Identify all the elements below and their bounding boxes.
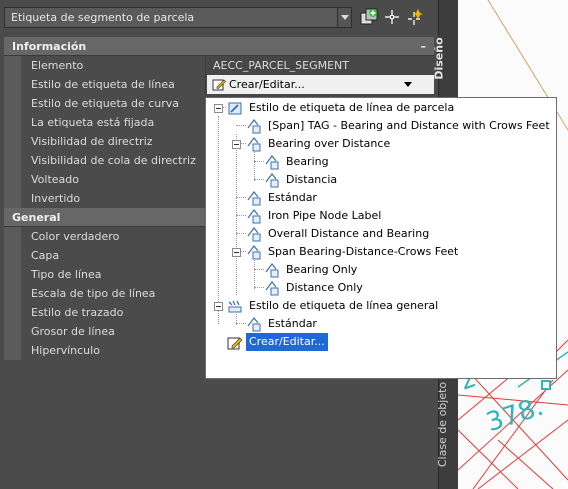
create-edit-icon (227, 337, 243, 350)
tree-node-label: Estilo de etiqueta de línea general (249, 299, 439, 312)
property-name: Escala de tipo de línea (31, 287, 156, 300)
tree-node-label: Overall Distance and Bearing (268, 227, 430, 240)
tree-node-label: Estilo de etiqueta de línea de parcela (249, 101, 455, 114)
property-name: Capa (31, 249, 60, 262)
tree-root-parcel-line-styles[interactable]: Estilo de etiqueta de línea de parcela (206, 99, 556, 117)
collapse-icon[interactable] (232, 140, 241, 149)
tree-node-label: Distance Only (286, 281, 363, 294)
tab-object-class[interactable]: Clase de objeto (436, 380, 456, 470)
property-name: Visibilidad de directriz (31, 135, 153, 148)
property-row[interactable]: Elemento AECC_PARCEL_SEGMENT (4, 56, 434, 75)
label-style-icon (247, 227, 261, 242)
label-style-icon (265, 263, 279, 278)
tree-item[interactable]: Bearing over Distance (206, 135, 556, 153)
tree-node-label: Iron Pipe Node Label (268, 209, 382, 222)
properties-toolbar: Etiqueta de segmento de parcela (0, 0, 438, 36)
line-label-style-dropdown[interactable]: Crear/Editar... (207, 75, 434, 94)
object-type-text: Etiqueta de segmento de parcela (11, 11, 195, 24)
tree-item[interactable]: Overall Distance and Bearing (206, 225, 556, 243)
tree-node-label: Bearing over Distance (268, 137, 391, 150)
tree-node-label: Span Bearing-Distance-Crows Feet (268, 245, 459, 258)
label-style-icon (265, 281, 279, 296)
label-style-icon (265, 173, 279, 188)
property-value: Crear/Editar... (229, 78, 305, 91)
chevron-down-icon[interactable] (404, 82, 412, 87)
property-name: Tipo de línea (31, 268, 102, 281)
tree-item[interactable]: Bearing (206, 153, 556, 171)
tree-node-label: Bearing (286, 155, 329, 168)
tree-item[interactable]: Distance Only (206, 279, 556, 297)
label-style-icon (247, 317, 261, 332)
tree-node-label: Crear/Editar... (246, 333, 328, 351)
property-value: AECC_PARCEL_SEGMENT (207, 56, 434, 75)
object-type-selector[interactable]: Etiqueta de segmento de parcela (4, 7, 352, 28)
tree-item[interactable]: [Span] TAG - Bearing and Distance with C… (206, 117, 556, 135)
tree-node-label: Distancia (286, 173, 338, 186)
style-folder-icon (228, 102, 242, 115)
property-name: Invertido (31, 192, 81, 205)
category-info-title: Información (12, 40, 87, 53)
tab-design-label: Diseño (432, 37, 446, 80)
tree-node-label: [Span] TAG - Bearing and Distance with C… (268, 119, 550, 132)
tab-object-class-label: Clase de objeto (436, 381, 450, 468)
select-objects-icon[interactable] (383, 8, 401, 26)
property-name: Grosor de línea (31, 325, 115, 338)
label-style-icon (247, 119, 261, 134)
property-name: Estilo de etiqueta de línea (31, 78, 175, 91)
tree-node-label: Estándar (268, 317, 317, 330)
tree-item[interactable]: Bearing Only (206, 261, 556, 279)
tree-root-general-line-styles[interactable]: Estilo de etiqueta de línea general (206, 297, 556, 315)
tree-item[interactable]: Iron Pipe Node Label (206, 207, 556, 225)
collapse-icon[interactable]: – (421, 37, 427, 56)
toggle-pickadd-icon[interactable] (360, 8, 378, 26)
category-general-title: General (12, 211, 61, 224)
general-style-folder-icon (228, 300, 242, 313)
quick-select-icon[interactable] (406, 8, 424, 26)
label-style-icon (247, 245, 261, 260)
tree-item[interactable]: Estándar (206, 315, 556, 333)
label-style-icon (247, 191, 261, 206)
tab-design[interactable]: Diseño (433, 30, 456, 92)
tree-node-label: Estándar (268, 191, 317, 204)
label-style-icon (265, 155, 279, 170)
create-edit-icon (212, 79, 226, 91)
collapse-icon[interactable] (214, 302, 223, 311)
property-name: Elemento (31, 59, 84, 72)
tree-node-label: Bearing Only (286, 263, 358, 276)
property-name: Hipervínculo (31, 344, 100, 357)
collapse-icon[interactable] (214, 104, 223, 113)
label-style-icon (247, 209, 261, 224)
category-info[interactable]: Información – (4, 37, 434, 56)
tree-item[interactable]: Distancia (206, 171, 556, 189)
label-style-icon (247, 137, 261, 152)
property-name: Volteado (31, 173, 79, 186)
label-style-tree-dropdown: Estilo de etiqueta de línea de parcela [… (205, 97, 557, 379)
chevron-down-icon[interactable] (337, 8, 351, 27)
create-edit-option[interactable]: Crear/Editar... (206, 333, 556, 351)
property-name: Color verdadero (31, 230, 120, 243)
property-name: Estilo de trazado (31, 306, 124, 319)
tree-item[interactable]: Span Bearing-Distance-Crows Feet (206, 243, 556, 261)
tree-item[interactable]: Estándar (206, 189, 556, 207)
property-name: Estilo de etiqueta de curva (31, 97, 180, 110)
property-name: La etiqueta está fijada (31, 116, 155, 129)
property-name: Visibilidad de cola de directriz (31, 154, 196, 167)
property-row-line-label-style[interactable]: Estilo de etiqueta de línea Crear/Editar… (4, 75, 434, 94)
collapse-icon[interactable] (232, 248, 241, 257)
